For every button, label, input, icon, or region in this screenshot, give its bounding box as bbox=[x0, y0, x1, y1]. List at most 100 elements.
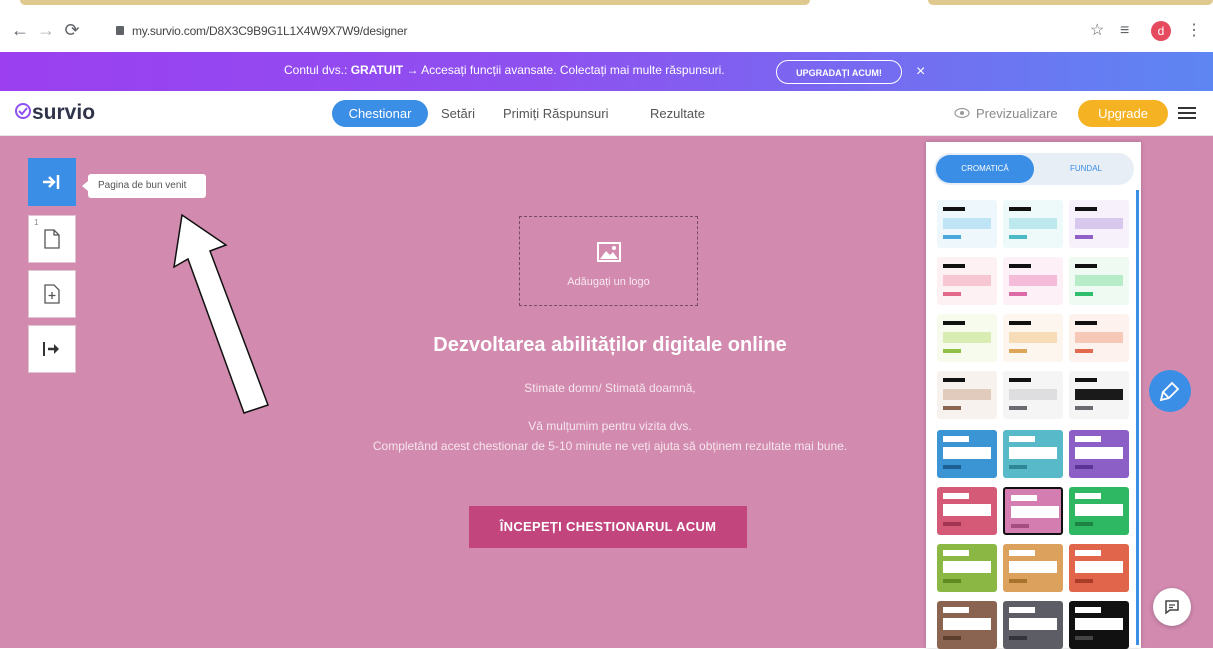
page-number: 1 bbox=[34, 218, 39, 227]
color-theme-swatch[interactable] bbox=[1069, 200, 1129, 248]
color-theme-swatch[interactable] bbox=[1003, 314, 1063, 362]
tab-primiti-raspunsuri[interactable]: Primiți Răspunsuri bbox=[503, 100, 608, 127]
swatch-title-bar bbox=[943, 493, 969, 499]
hamburger-menu-icon[interactable] bbox=[1178, 104, 1196, 122]
color-theme-swatch[interactable] bbox=[937, 371, 997, 419]
color-theme-swatch[interactable] bbox=[1069, 314, 1129, 362]
chat-button[interactable] bbox=[1153, 588, 1191, 626]
profile-avatar[interactable]: d bbox=[1151, 21, 1171, 41]
swatch-content-bar bbox=[943, 218, 991, 229]
color-theme-swatch[interactable] bbox=[937, 314, 997, 362]
survey-title[interactable]: Dezvoltarea abilităților digitale online bbox=[340, 334, 880, 357]
reading-list-icon[interactable]: ≡ bbox=[1120, 20, 1129, 42]
swatch-title-bar bbox=[1075, 321, 1097, 325]
chat-icon bbox=[1165, 600, 1179, 615]
star-icon[interactable]: ☆ bbox=[1090, 20, 1104, 42]
tab-cromatica[interactable]: CROMATICĂ bbox=[936, 155, 1034, 183]
color-theme-swatch[interactable] bbox=[1069, 371, 1129, 419]
color-theme-swatch[interactable] bbox=[1069, 430, 1129, 478]
swatch-content-bar bbox=[943, 618, 991, 630]
color-theme-swatch[interactable] bbox=[937, 257, 997, 305]
end-page-button[interactable] bbox=[28, 325, 76, 373]
swatch-title-bar bbox=[943, 321, 965, 325]
swatch-content-bar bbox=[1009, 218, 1057, 229]
swatch-content-bar bbox=[1009, 275, 1057, 286]
add-page-icon bbox=[44, 284, 60, 304]
color-theme-swatch[interactable] bbox=[937, 544, 997, 592]
swatch-content-bar bbox=[1075, 504, 1123, 516]
swatch-title-bar bbox=[1009, 550, 1035, 556]
page-1-button[interactable]: 1 bbox=[28, 215, 76, 263]
color-theme-swatch[interactable] bbox=[937, 200, 997, 248]
eye-icon bbox=[954, 107, 970, 119]
promo-text: Contul dvs.: GRATUIT → Accesați funcții … bbox=[284, 63, 725, 77]
survey-thanks[interactable]: Vă mulțumim pentru vizita dvs. bbox=[340, 419, 880, 433]
survey-greeting[interactable]: Stimate domn/ Stimată doamnă, bbox=[340, 381, 880, 395]
panel-scrollbar[interactable] bbox=[1136, 190, 1139, 645]
swatch-content-bar bbox=[1075, 332, 1123, 343]
add-logo-label[interactable]: Adăugați un logo bbox=[519, 276, 698, 288]
upgrade-button[interactable]: Upgrade bbox=[1078, 100, 1168, 127]
swatch-accent-bar bbox=[943, 636, 961, 640]
color-theme-swatch[interactable] bbox=[1003, 430, 1063, 478]
color-theme-swatch[interactable] bbox=[937, 430, 997, 478]
back-icon[interactable]: ← bbox=[10, 20, 30, 40]
preview-button[interactable]: Previzualizare bbox=[976, 100, 1058, 127]
start-survey-button[interactable]: ÎNCEPEȚI CHESTIONARUL ACUM bbox=[469, 506, 747, 548]
color-theme-swatch-selected[interactable] bbox=[1003, 487, 1063, 535]
color-theme-swatch[interactable] bbox=[1003, 601, 1063, 649]
swatch-title-bar bbox=[943, 207, 965, 211]
swatch-title-bar bbox=[943, 378, 965, 382]
swatch-content-bar bbox=[1075, 389, 1123, 400]
survio-logo[interactable]: survio bbox=[32, 101, 95, 125]
swatch-accent-bar bbox=[1009, 235, 1027, 239]
swatch-content-bar bbox=[943, 389, 991, 400]
color-theme-swatch[interactable] bbox=[1069, 487, 1129, 535]
upgrade-now-button[interactable]: UPGRADAȚI ACUM! bbox=[776, 60, 902, 84]
swatch-accent-bar bbox=[1009, 579, 1027, 583]
add-logo-area[interactable] bbox=[519, 216, 698, 306]
swatch-content-bar bbox=[943, 561, 991, 573]
tab-setari[interactable]: Setări bbox=[441, 100, 475, 127]
swatch-title-bar bbox=[1009, 607, 1035, 613]
swatch-accent-bar bbox=[943, 406, 961, 410]
color-theme-swatch[interactable] bbox=[1003, 371, 1063, 419]
swatch-title-bar bbox=[1009, 321, 1031, 325]
design-toggle-button[interactable] bbox=[1149, 370, 1191, 412]
swatch-content-bar bbox=[1075, 275, 1123, 286]
color-theme-swatch[interactable] bbox=[1069, 601, 1129, 649]
swatch-title-bar bbox=[1075, 607, 1101, 613]
tab-fundal[interactable]: FUNDAL bbox=[1040, 155, 1132, 183]
swatch-title-bar bbox=[1075, 436, 1101, 442]
close-icon[interactable]: × bbox=[916, 60, 925, 84]
color-theme-swatch[interactable] bbox=[1003, 200, 1063, 248]
tab-strip bbox=[0, 0, 1213, 10]
swatch-content-bar bbox=[1075, 561, 1123, 573]
swatch-title-bar bbox=[1009, 207, 1031, 211]
color-theme-swatch[interactable] bbox=[1003, 257, 1063, 305]
forward-icon[interactable]: → bbox=[36, 20, 56, 40]
promo-message: → Accesați funcții avansate. Colectați m… bbox=[403, 63, 725, 77]
swatch-accent-bar bbox=[943, 292, 961, 296]
survey-description[interactable]: Completând acest chestionar de 5-10 minu… bbox=[350, 437, 870, 456]
swatch-content-bar bbox=[1075, 618, 1123, 630]
color-theme-swatch[interactable] bbox=[937, 601, 997, 649]
tab-chestionar[interactable]: Chestionar bbox=[332, 100, 428, 127]
swatch-title-bar bbox=[1075, 264, 1097, 268]
swatch-accent-bar bbox=[1009, 349, 1027, 353]
tab-rezultate[interactable]: Rezultate bbox=[650, 100, 705, 127]
swatch-title-bar bbox=[943, 550, 969, 556]
add-page-button[interactable] bbox=[28, 270, 76, 318]
color-theme-swatch[interactable] bbox=[1003, 544, 1063, 592]
swatch-content-bar bbox=[943, 332, 991, 343]
swatch-content-bar bbox=[1011, 506, 1059, 518]
color-theme-swatch[interactable] bbox=[1069, 544, 1129, 592]
browser-menu-icon[interactable]: ⋮ bbox=[1186, 20, 1202, 42]
color-theme-swatch[interactable] bbox=[937, 487, 997, 535]
color-theme-swatch[interactable] bbox=[1069, 257, 1129, 305]
address-bar[interactable]: my.survio.com/D8X3C9B9G1L1X4W9X7W9/desig… bbox=[132, 20, 408, 42]
reload-icon[interactable]: ⟳ bbox=[62, 20, 82, 40]
swatch-content-bar bbox=[1075, 447, 1123, 459]
welcome-page-button[interactable] bbox=[28, 158, 76, 206]
swatch-content-bar bbox=[1009, 618, 1057, 630]
